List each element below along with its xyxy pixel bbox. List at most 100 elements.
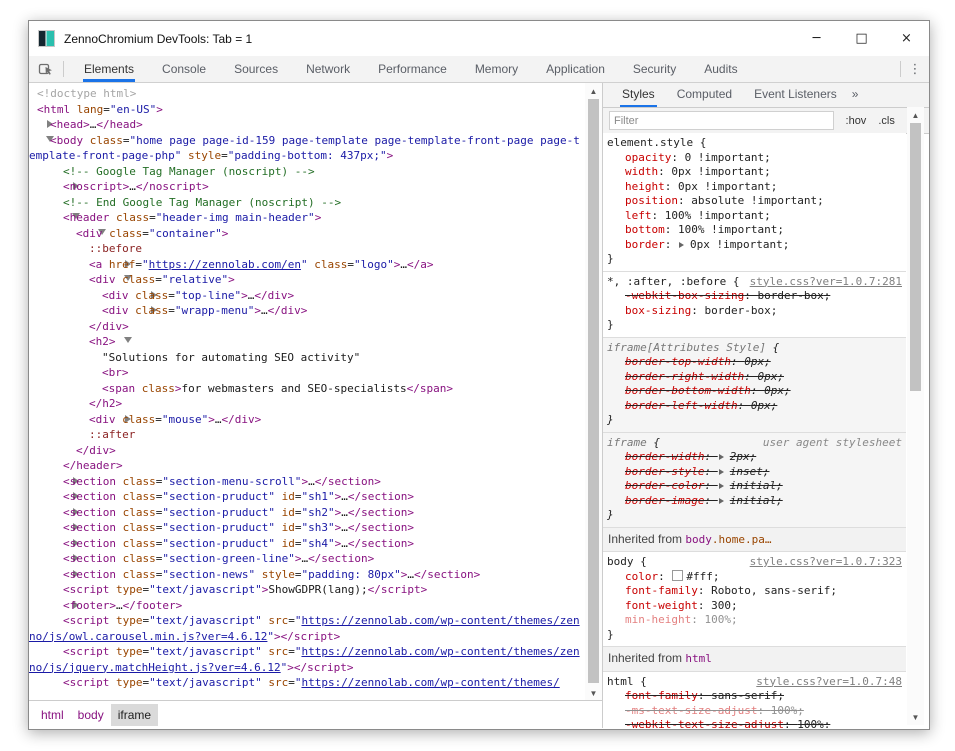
css-declaration[interactable]: width: 0px !important; bbox=[607, 165, 902, 180]
expand-arrow-icon[interactable] bbox=[76, 257, 89, 273]
dom-tree-line[interactable]: <br> bbox=[29, 365, 585, 381]
tab-console[interactable]: Console bbox=[161, 56, 207, 82]
dom-tree-line[interactable]: </div> bbox=[29, 319, 585, 335]
css-declaration[interactable]: border-left-width: 0px; bbox=[607, 399, 902, 414]
css-declaration[interactable]: position: absolute !important; bbox=[607, 194, 902, 209]
maximize-button[interactable]: □ bbox=[839, 21, 884, 56]
css-declaration[interactable]: opacity: 0 !important; bbox=[607, 151, 902, 166]
dom-tree-line[interactable]: <section class="section-pruduct" id="sh1… bbox=[29, 489, 585, 505]
css-declaration[interactable]: color: #fff; bbox=[607, 570, 902, 585]
css-declaration[interactable]: min-height: 100%; bbox=[607, 613, 902, 628]
rule-selector[interactable]: element.style { bbox=[607, 136, 902, 151]
styles-scrollbar[interactable]: ▲ ▼ bbox=[907, 107, 924, 725]
expand-value-icon[interactable] bbox=[719, 483, 727, 489]
css-declaration[interactable]: border-width: 2px; bbox=[607, 450, 902, 465]
expand-arrow-icon[interactable] bbox=[50, 505, 63, 521]
dom-tree-line[interactable]: </header> bbox=[29, 458, 585, 474]
expand-arrow-icon[interactable] bbox=[50, 567, 63, 583]
inherited-node-link[interactable]: body bbox=[685, 533, 712, 546]
tab-memory[interactable]: Memory bbox=[474, 56, 519, 82]
tab-computed[interactable]: Computed bbox=[675, 83, 734, 107]
rule-selector[interactable]: iframe {user agent stylesheet bbox=[607, 436, 902, 451]
dom-tree-line[interactable]: <section class="section-pruduct" id="sh4… bbox=[29, 536, 585, 552]
collapse-arrow-icon[interactable] bbox=[37, 133, 50, 149]
css-declaration[interactable]: font-weight: 300; bbox=[607, 599, 902, 614]
dom-tree-line[interactable]: <footer>…</footer> bbox=[29, 598, 585, 614]
expand-value-icon[interactable] bbox=[719, 454, 727, 460]
css-declaration[interactable]: border-right-width: 0px; bbox=[607, 370, 902, 385]
title-bar[interactable]: ZennoChromium DevTools: Tab = 1 ─ □ × bbox=[29, 21, 929, 56]
expand-arrow-icon[interactable] bbox=[37, 117, 50, 133]
dom-tree-line[interactable]: <div class="mouse">…</div> bbox=[29, 412, 585, 428]
dom-tree-line[interactable]: <div class="top-line">…</div> bbox=[29, 288, 585, 304]
more-tabs-icon[interactable]: » bbox=[850, 83, 861, 107]
css-declaration[interactable]: box-sizing: border-box; bbox=[607, 304, 902, 319]
tab-styles[interactable]: Styles bbox=[620, 83, 657, 107]
css-declaration[interactable]: height: 0px !important; bbox=[607, 180, 902, 195]
expand-arrow-icon[interactable] bbox=[50, 520, 63, 536]
dom-tree-line[interactable]: ::before bbox=[29, 241, 585, 257]
dom-tree-line[interactable]: <div class="relative"> bbox=[29, 272, 585, 288]
dom-tree-line[interactable]: <script type="text/javascript" src="http… bbox=[29, 675, 585, 691]
css-declaration[interactable]: border: 0px !important; bbox=[607, 238, 902, 253]
dom-tree-line[interactable]: <header class="header-img main-header"> bbox=[29, 210, 585, 226]
breadcrumb-item-html[interactable]: html bbox=[34, 704, 71, 726]
css-declaration[interactable]: -webkit-text-size-adjust: 100%; bbox=[607, 718, 902, 728]
tab-network[interactable]: Network bbox=[305, 56, 351, 82]
dom-tree-line[interactable]: "Solutions for automating SEO activity" bbox=[29, 350, 585, 366]
collapse-arrow-icon[interactable] bbox=[50, 210, 63, 226]
minimize-button[interactable]: ─ bbox=[794, 21, 839, 56]
scroll-down-icon[interactable]: ▼ bbox=[907, 710, 924, 724]
dom-tree-line[interactable]: <section class="section-pruduct" id="sh3… bbox=[29, 520, 585, 536]
expand-arrow-icon[interactable] bbox=[76, 412, 89, 428]
css-declaration[interactable]: left: 100% !important; bbox=[607, 209, 902, 224]
tab-performance[interactable]: Performance bbox=[377, 56, 448, 82]
dom-tree-line[interactable]: <section class="section-green-line">…</s… bbox=[29, 551, 585, 567]
dom-tree-line[interactable]: <script type="text/javascript" src="http… bbox=[29, 644, 585, 675]
rule-selector[interactable]: iframe[Attributes Style] { bbox=[607, 341, 902, 356]
scrollbar-thumb[interactable] bbox=[588, 99, 599, 683]
scrollbar-thumb[interactable] bbox=[910, 123, 921, 391]
stylesheet-link[interactable]: style.css?ver=1.0.7:48 bbox=[756, 675, 902, 690]
breadcrumb-item-body[interactable]: body bbox=[71, 704, 111, 726]
css-declaration[interactable]: -webkit-box-sizing: border-box; bbox=[607, 289, 902, 304]
collapse-arrow-icon[interactable] bbox=[76, 272, 89, 288]
scroll-down-icon[interactable]: ▼ bbox=[585, 686, 602, 700]
dom-tree-line[interactable]: <!doctype html> bbox=[29, 86, 585, 102]
css-declaration[interactable]: border-bottom-width: 0px; bbox=[607, 384, 902, 399]
css-declaration[interactable]: border-top-width: 0px; bbox=[607, 355, 902, 370]
expand-arrow-icon[interactable] bbox=[50, 489, 63, 505]
dom-tree-line[interactable]: <div class="wrapp-menu">…</div> bbox=[29, 303, 585, 319]
expand-value-icon[interactable] bbox=[679, 242, 687, 248]
collapse-arrow-icon[interactable] bbox=[76, 334, 89, 350]
overflow-menu-icon[interactable]: ⋮ bbox=[901, 56, 929, 82]
dom-tree-line[interactable]: <noscript>…</noscript> bbox=[29, 179, 585, 195]
rule-selector[interactable]: html {style.css?ver=1.0.7:48 bbox=[607, 675, 902, 690]
css-declaration[interactable]: border-color: initial; bbox=[607, 479, 902, 494]
tab-security[interactable]: Security bbox=[632, 56, 677, 82]
css-declaration[interactable]: border-style: inset; bbox=[607, 465, 902, 480]
dom-tree-line[interactable]: <head>…</head> bbox=[29, 117, 585, 133]
expand-arrow-icon[interactable] bbox=[50, 551, 63, 567]
expand-arrow-icon[interactable] bbox=[50, 474, 63, 490]
css-declaration[interactable]: font-family: sans-serif; bbox=[607, 689, 902, 704]
dom-tree-line[interactable]: <div class="container"> bbox=[29, 226, 585, 242]
expand-value-icon[interactable] bbox=[719, 469, 727, 475]
stylesheet-link[interactable]: style.css?ver=1.0.7:323 bbox=[750, 555, 902, 570]
css-declaration[interactable]: bottom: 100% !important; bbox=[607, 223, 902, 238]
tab-event-listeners[interactable]: Event Listeners bbox=[752, 83, 839, 107]
expand-value-icon[interactable] bbox=[719, 498, 727, 504]
scroll-up-icon[interactable]: ▲ bbox=[585, 84, 602, 98]
inherited-node-link[interactable]: html bbox=[685, 652, 712, 665]
dom-tree-line[interactable]: <a href="https://zennolab.com/en" class=… bbox=[29, 257, 585, 273]
expand-arrow-icon[interactable] bbox=[50, 536, 63, 552]
expand-arrow-icon[interactable] bbox=[89, 303, 102, 319]
dom-tree-line[interactable]: </div> bbox=[29, 443, 585, 459]
css-declaration[interactable]: -ms-text-size-adjust: 100%; bbox=[607, 704, 902, 719]
dom-tree-line[interactable]: <script type="text/javascript" src="http… bbox=[29, 613, 585, 644]
dom-tree-line[interactable]: <section class="section-menu-scroll">…</… bbox=[29, 474, 585, 490]
styles-filter-input[interactable] bbox=[609, 111, 834, 130]
collapse-arrow-icon[interactable] bbox=[63, 226, 76, 242]
elements-scrollbar[interactable]: ▲ ▼ bbox=[585, 83, 602, 701]
scroll-up-icon[interactable]: ▲ bbox=[907, 108, 924, 122]
